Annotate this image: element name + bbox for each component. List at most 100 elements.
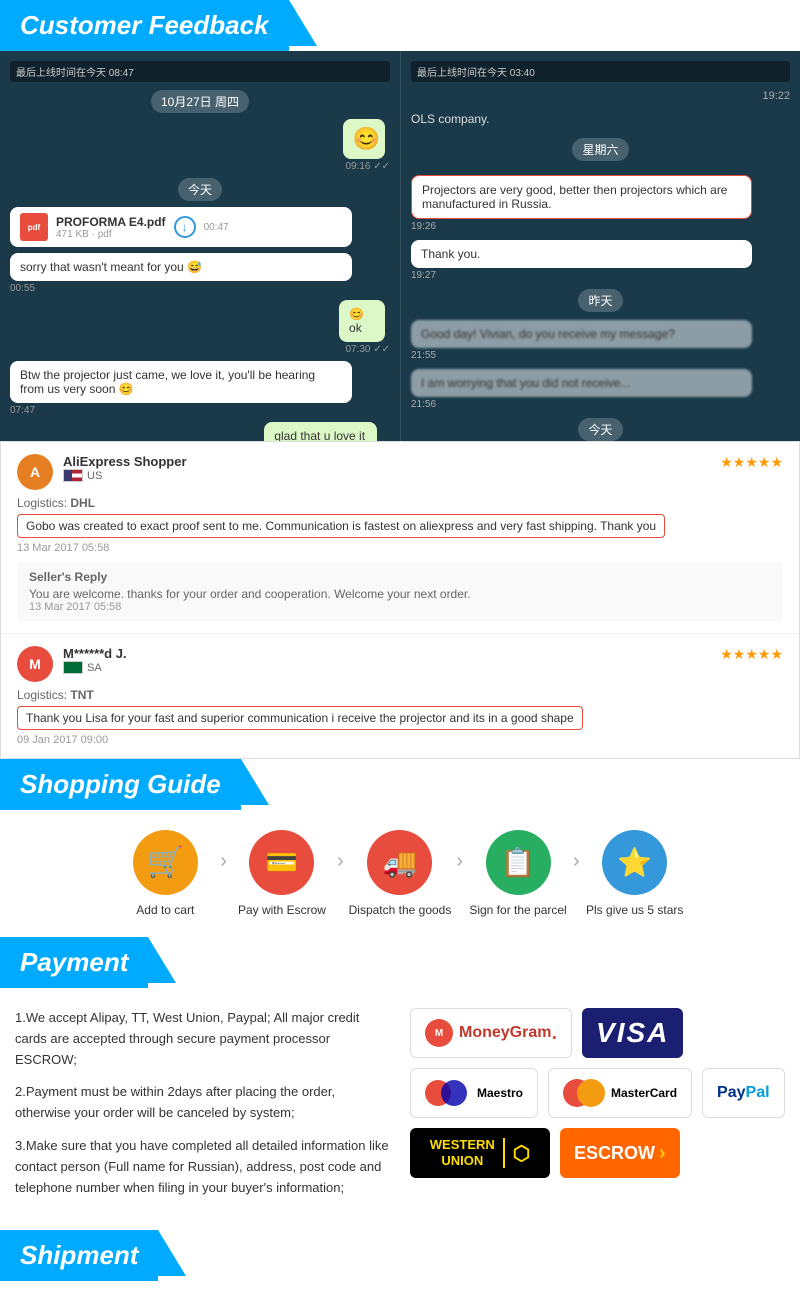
date-bubble-left: 10月27日 周四: [151, 90, 249, 113]
paypal-text: PayPal: [717, 1084, 769, 1102]
chat-right-panel: 最后上线时间在今天 03:40 19:22 OLS company. 星期六 P…: [400, 51, 800, 441]
header-tail-2: [241, 759, 269, 805]
msg-bubble-right-2: 😊 ok: [339, 300, 385, 342]
reviewer-info-2: M M******d J. SA ★★★★★: [17, 646, 783, 682]
guide-icon-escrow: 💳: [249, 830, 314, 895]
guide-step-1: 🛒 Add to cart: [115, 830, 215, 917]
guide-arrow-2: ›: [337, 850, 344, 898]
shipment-title: Shipment: [20, 1240, 138, 1271]
msg-bubble-right-panel-1: Projectors are very good, better then pr…: [411, 175, 752, 219]
msg-projectors-good: Projectors are very good, better then pr…: [422, 183, 727, 211]
review-item-2: M M******d J. SA ★★★★★ Logistics: TNT Th…: [1, 634, 799, 758]
shipment-section: Shipment: [0, 1230, 800, 1281]
guide-label-4: Sign for the parcel: [469, 903, 566, 917]
seller-reply-date-1: 13 Mar 2017 05:58: [29, 601, 771, 613]
file-name: PROFORMA E4.pdf: [56, 215, 166, 229]
western-union-line1: WESTERN: [430, 1137, 495, 1153]
review-date-1: 13 Mar 2017 05:58: [17, 542, 783, 554]
reviewer-avatar-2: M: [17, 646, 53, 682]
moneygram-icon: M: [425, 1019, 453, 1047]
payment-text: 1.We accept Alipay, TT, West Union, Payp…: [15, 1008, 390, 1210]
mastercard-text: MasterCard: [611, 1086, 677, 1100]
review-item-1: A AliExpress Shopper US ★★★★★ Logistics:…: [1, 442, 799, 634]
customer-feedback-header: Customer Feedback: [0, 0, 289, 51]
msg-glad: glad that u love it😊: [274, 429, 365, 441]
guide-label-1: Add to cart: [136, 903, 194, 917]
file-bubble: pdf PROFORMA E4.pdf 471 KB · pdf ↓ 00:47: [10, 207, 352, 247]
msg-bubble-right-3: glad that u love it😊: [264, 422, 377, 441]
paypal-p2: Pal: [746, 1084, 770, 1101]
last-online-right: 最后上线时间在今天 03:40: [417, 68, 535, 79]
date-today-left: 今天: [178, 178, 222, 201]
payment-section: Payment 1.We accept Alipay, TT, West Uni…: [0, 937, 800, 1230]
western-union-badge: WESTERN UNION ⬡: [410, 1128, 550, 1178]
msg-time-1: 09:16 ✓✓: [343, 161, 390, 172]
maestro-circles: [425, 1080, 467, 1106]
msg-bubble-blurred-2: I am worrying that you did not receive..…: [411, 369, 752, 397]
msg-time-3: 07:47: [10, 405, 390, 416]
mastercard-circles: [563, 1079, 605, 1107]
western-union-text-block: WESTERN UNION: [430, 1137, 495, 1168]
payment-content: 1.We accept Alipay, TT, West Union, Payp…: [0, 988, 800, 1230]
guide-icon-cart: 🛒: [133, 830, 198, 895]
chat-left-panel: 最后上线时间在今天 08:47 10月27日 周四 😊 09:16 ✓✓ 今天 …: [0, 51, 400, 441]
shopping-guide-title: Shopping Guide: [20, 769, 221, 800]
escrow-badge: ESCROW ›: [560, 1128, 680, 1178]
msg-bubble-right-panel-2: Thank you.: [411, 240, 752, 268]
shopping-guide-content: 🛒 Add to cart › 💳 Pay with Escrow › 🚚 Di…: [0, 810, 800, 937]
logistics-2: Logistics: TNT: [17, 688, 783, 702]
reviewer-country-1: US: [63, 469, 187, 482]
guide-label-3: Dispatch the goods: [349, 903, 452, 917]
weekday-bubble: 星期六: [572, 138, 628, 161]
msg-right-time-2: 19:27: [411, 270, 790, 281]
company-text: OLS company.: [411, 112, 790, 126]
escrow-text: ESCROW: [574, 1143, 655, 1164]
file-time: 00:47: [204, 222, 229, 233]
msg-ok-time: 07:30 ✓✓: [339, 344, 390, 355]
payment-header: Payment: [0, 937, 148, 988]
review-text-2: Thank you Lisa for your fast and superio…: [17, 706, 583, 730]
mc-yellow-circle: [577, 1079, 605, 1107]
guide-arrow-1: ›: [220, 850, 227, 898]
customer-feedback-title: Customer Feedback: [20, 10, 269, 41]
payment-title: Payment: [20, 947, 128, 978]
chat-screenshot: 最后上线时间在今天 08:47 10月27日 周四 😊 09:16 ✓✓ 今天 …: [0, 51, 800, 441]
reviewer-info-1: A AliExpress Shopper US ★★★★★: [17, 454, 783, 490]
review-text-1: Gobo was created to exact proof sent to …: [17, 514, 665, 538]
logistics-1: Logistics: DHL: [17, 496, 783, 510]
wu-line-divider: [503, 1138, 505, 1168]
customer-feedback-section: Customer Feedback 最后上线时间在今天 08:47 10月27日…: [0, 0, 800, 759]
payment-point-3: 3.Make sure that you have completed all …: [15, 1136, 390, 1198]
msg-blurred-1: Good day! Vivian, do you receive my mess…: [421, 327, 675, 341]
mastercard-badge: MasterCard: [548, 1068, 692, 1118]
msg-text-1: sorry that wasn't meant for you 😅: [20, 260, 202, 274]
msg-ok: 😊 ok: [349, 307, 364, 335]
shipment-header: Shipment: [0, 1230, 158, 1281]
review-date-2: 09 Jan 2017 09:00: [17, 734, 783, 746]
payment-point-1: 1.We accept Alipay, TT, West Union, Payp…: [15, 1008, 390, 1070]
guide-icon-dispatch: 🚚: [367, 830, 432, 895]
msg-bubble-left-1: sorry that wasn't meant for you 😅: [10, 253, 352, 281]
last-online-left: 最后上线时间在今天 08:47: [16, 68, 134, 79]
header-tail-3: [148, 937, 176, 983]
reviewer-name-2: M******d J.: [63, 646, 127, 661]
time-right-1: 19:22: [411, 90, 790, 102]
seller-reply-text-1: You are welcome. thanks for your order a…: [29, 587, 771, 601]
today-bubble-right: 今天: [578, 418, 622, 441]
moneygram-dot: .: [551, 1022, 557, 1045]
header-tail-4: [158, 1230, 186, 1276]
visa-badge: VISA: [582, 1008, 683, 1058]
shopping-guide-section: Shopping Guide 🛒 Add to cart › 💳 Pay wit…: [0, 759, 800, 937]
file-icon: pdf: [20, 213, 48, 241]
download-icon[interactable]: ↓: [174, 216, 196, 238]
chat-right-header: 最后上线时间在今天 03:40: [411, 61, 790, 82]
paypal-p1: Pay: [717, 1084, 745, 1101]
payment-point-2: 2.Payment must be within 2days after pla…: [15, 1082, 390, 1124]
guide-step-3: 🚚 Dispatch the goods: [349, 830, 452, 917]
guide-icon-stars: ⭐: [602, 830, 667, 895]
msg-time-2: 00:55: [10, 283, 390, 294]
moneygram-text: MoneyGram: [459, 1024, 551, 1042]
reviewer-stars-1: ★★★★★: [720, 454, 783, 471]
maestro-blue-circle: [441, 1080, 467, 1106]
header-tail: [289, 0, 317, 46]
